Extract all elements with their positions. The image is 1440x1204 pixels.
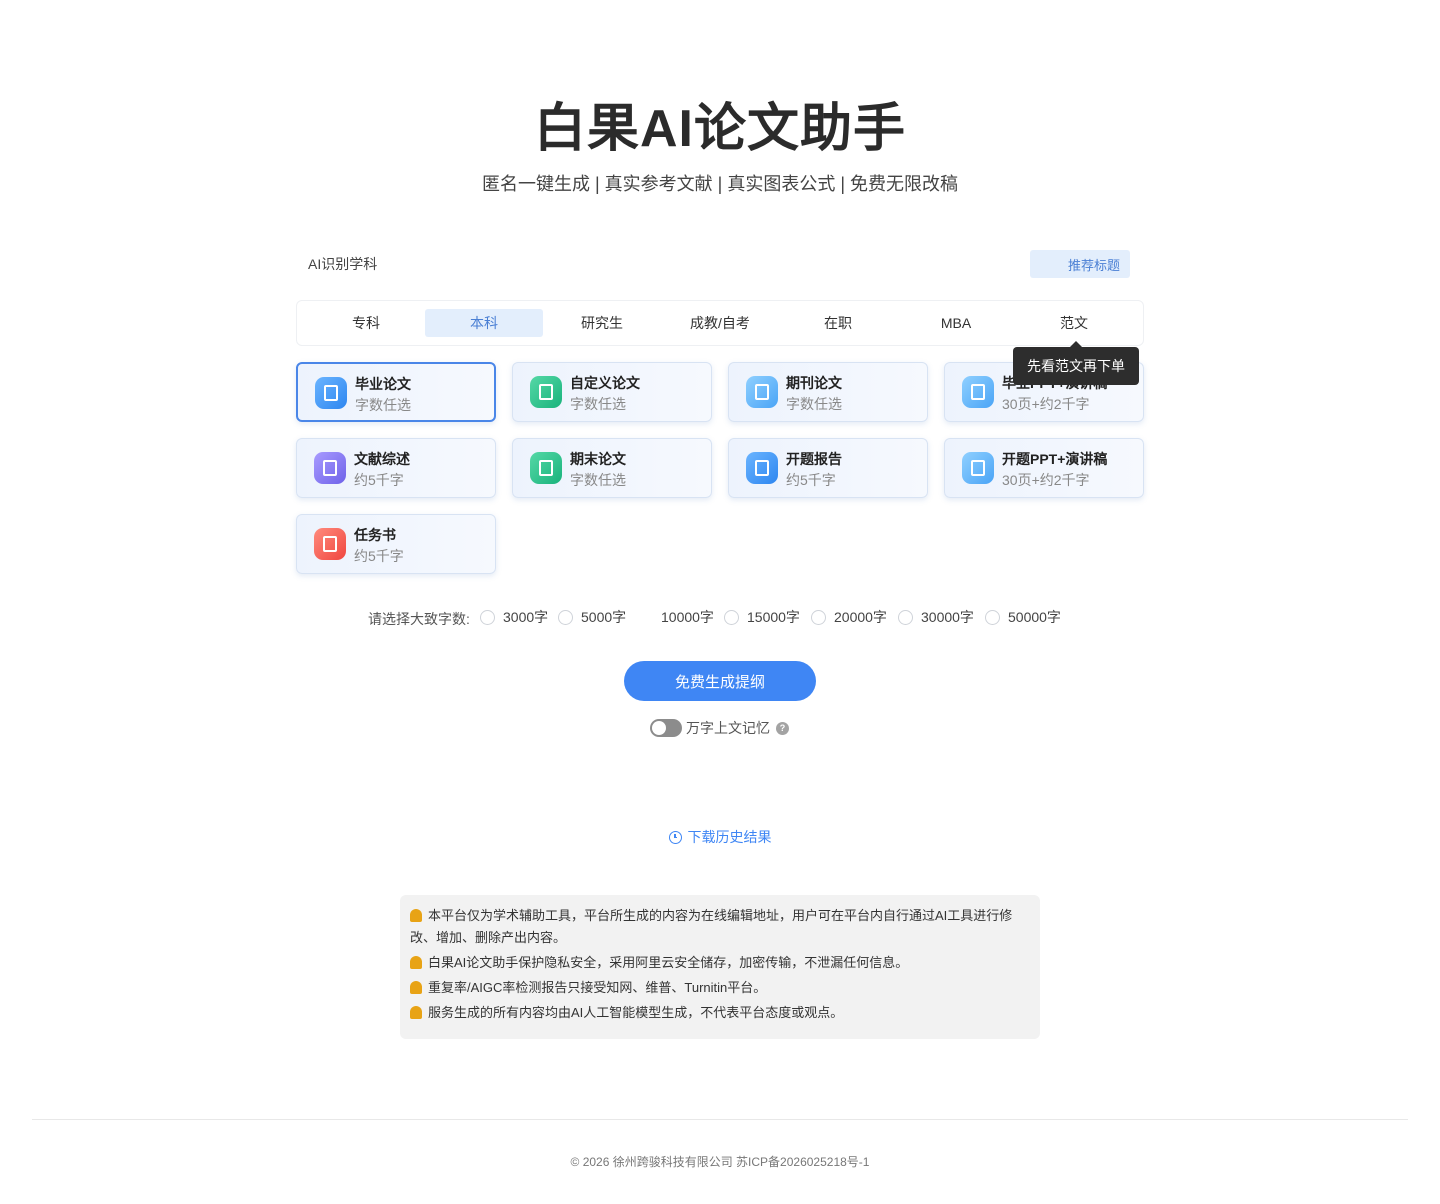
journal-icon	[746, 376, 778, 408]
tab-mba[interactable]: MBA	[897, 309, 1015, 337]
tab-yanjiusheng[interactable]: 研究生	[543, 309, 661, 337]
word-count-row: 请选择大致字数: 3000字 5000字 10000字 15000字 20000…	[0, 606, 1440, 628]
document-icon	[530, 452, 562, 484]
card-sub: 约5千字	[786, 472, 836, 488]
sample-tooltip: 先看范文再下单	[1013, 341, 1139, 385]
memory-row: 万字上文记忆 ?	[650, 718, 789, 738]
recommend-title-button[interactable]: 推荐标题	[1030, 250, 1130, 278]
notice-text: 本平台仅为学术辅助工具，平台所生成的内容为在线编辑地址，用户可在平台内自行通过A…	[410, 908, 1013, 945]
card-literature-review[interactable]: 文献综述 约5千字	[296, 438, 496, 498]
radio-icon[interactable]	[558, 609, 573, 625]
word-option-30000[interactable]: 30000字	[898, 606, 974, 628]
tab-zaizhi[interactable]: 在职	[779, 309, 897, 337]
card-journal-paper[interactable]: 期刊论文 字数任选	[728, 362, 928, 422]
subject-row: AI识别学科 推荐标题	[296, 250, 1144, 278]
word-option-50000[interactable]: 50000字	[985, 606, 1061, 628]
bell-icon	[410, 956, 422, 969]
word-count-label: 请选择大致字数:	[368, 611, 470, 627]
memory-label: 万字上文记忆	[686, 720, 770, 736]
card-sub: 字数任选	[786, 396, 842, 412]
word-option-15000[interactable]: 15000字	[724, 606, 800, 628]
card-sub: 字数任选	[355, 397, 411, 413]
notice-item: 白果AI论文助手保护隐私安全，采用阿里云安全储存，加密传输，不泄漏任何信息。	[410, 952, 1022, 974]
card-custom-thesis[interactable]: 自定义论文 字数任选	[512, 362, 712, 422]
bell-icon	[410, 1006, 422, 1019]
card-sub: 字数任选	[570, 396, 626, 412]
radio-icon[interactable]	[480, 609, 495, 625]
word-option-label: 5000字	[581, 609, 627, 625]
notice-item: 重复率/AIGC率检测报告只接受知网、维普、Turnitin平台。	[410, 977, 1022, 999]
card-title: 期末论文	[570, 451, 626, 467]
download-history-link[interactable]: 下载历史结果	[0, 827, 1440, 847]
help-icon[interactable]: ?	[776, 721, 789, 735]
word-option-label: 10000字	[661, 609, 714, 625]
clock-icon	[668, 830, 682, 844]
card-title: 自定义论文	[570, 375, 640, 391]
card-title: 任务书	[354, 527, 396, 543]
card-proposal-report[interactable]: 开题报告 约5千字	[728, 438, 928, 498]
card-sub: 约5千字	[354, 472, 404, 488]
card-final-paper[interactable]: 期末论文 字数任选	[512, 438, 712, 498]
page-subtitle: 匿名一键生成 | 真实参考文献 | 真实图表公式 | 免费无限改稿	[481, 174, 959, 194]
subject-label: AI识别学科	[308, 256, 378, 272]
tab-fanwen[interactable]: 范文	[1015, 309, 1133, 337]
card-sub: 30页+约2千字	[1002, 472, 1090, 488]
degree-tabs: 专科 本科 研究生 成教/自考 在职 MBA 范文	[296, 300, 1144, 346]
notice-item: 服务生成的所有内容均由AI人工智能模型生成，不代表平台态度或观点。	[410, 1002, 1022, 1024]
word-option-10000[interactable]: 10000字	[661, 606, 714, 628]
card-sub: 约5千字	[354, 548, 404, 564]
ppt-icon	[962, 376, 994, 408]
notice-box: 本平台仅为学术辅助工具，平台所生成的内容为在线编辑地址，用户可在平台内自行通过A…	[400, 895, 1040, 1039]
bell-icon	[410, 909, 422, 922]
footer-copyright: © 2026 徐州跨骏科技有限公司 苏ICP备2026025218号-1	[570, 1155, 870, 1169]
card-title: 开题报告	[786, 451, 842, 467]
word-option-label: 15000字	[747, 609, 800, 625]
notice-text: 服务生成的所有内容均由AI人工智能模型生成，不代表平台态度或观点。	[428, 1005, 844, 1020]
word-option-label: 30000字	[921, 609, 974, 625]
document-icon	[314, 452, 346, 484]
radio-icon[interactable]	[724, 609, 739, 625]
card-title: 文献综述	[354, 451, 410, 467]
card-task-book[interactable]: 任务书 约5千字	[296, 514, 496, 574]
book-icon	[315, 377, 347, 409]
bell-icon	[410, 981, 422, 994]
word-option-label: 20000字	[834, 609, 887, 625]
card-title: 开题PPT+演讲稿	[1002, 451, 1108, 467]
card-title: 期刊论文	[786, 375, 842, 391]
download-history-label: 下载历史结果	[687, 829, 772, 845]
word-option-3000[interactable]: 3000字	[480, 606, 548, 628]
notice-text: 重复率/AIGC率检测报告只接受知网、维普、Turnitin平台。	[428, 980, 767, 995]
card-title: 毕业论文	[355, 376, 411, 392]
word-option-label: 50000字	[1008, 609, 1061, 625]
word-option-20000[interactable]: 20000字	[811, 606, 887, 628]
card-graduation-thesis[interactable]: 毕业论文 字数任选	[296, 362, 496, 422]
radio-icon[interactable]	[811, 609, 826, 625]
card-proposal-ppt[interactable]: 开题PPT+演讲稿 30页+约2千字	[944, 438, 1144, 498]
pen-icon	[530, 376, 562, 408]
card-sub: 30页+约2千字	[1002, 396, 1090, 412]
task-icon	[314, 528, 346, 560]
word-option-5000[interactable]: 5000字	[558, 606, 626, 628]
radio-icon[interactable]	[985, 609, 1000, 625]
memory-toggle[interactable]	[650, 719, 682, 737]
ppt-icon	[962, 452, 994, 484]
card-sub: 字数任选	[570, 472, 626, 488]
tab-zhuanke[interactable]: 专科	[307, 309, 425, 337]
radio-icon[interactable]	[898, 609, 913, 625]
footer-divider	[32, 1119, 1408, 1120]
report-icon	[746, 452, 778, 484]
notice-item: 本平台仅为学术辅助工具，平台所生成的内容为在线编辑地址，用户可在平台内自行通过A…	[410, 905, 1022, 949]
notice-text: 白果AI论文助手保护隐私安全，采用阿里云安全储存，加密传输，不泄漏任何信息。	[428, 955, 909, 970]
tab-benke[interactable]: 本科	[425, 309, 543, 337]
page-title: 白果AI论文助手	[533, 100, 906, 158]
word-option-label: 3000字	[503, 609, 549, 625]
generate-outline-button[interactable]: 免费生成提纲	[624, 661, 816, 701]
tab-chengjiao[interactable]: 成教/自考	[661, 309, 779, 337]
